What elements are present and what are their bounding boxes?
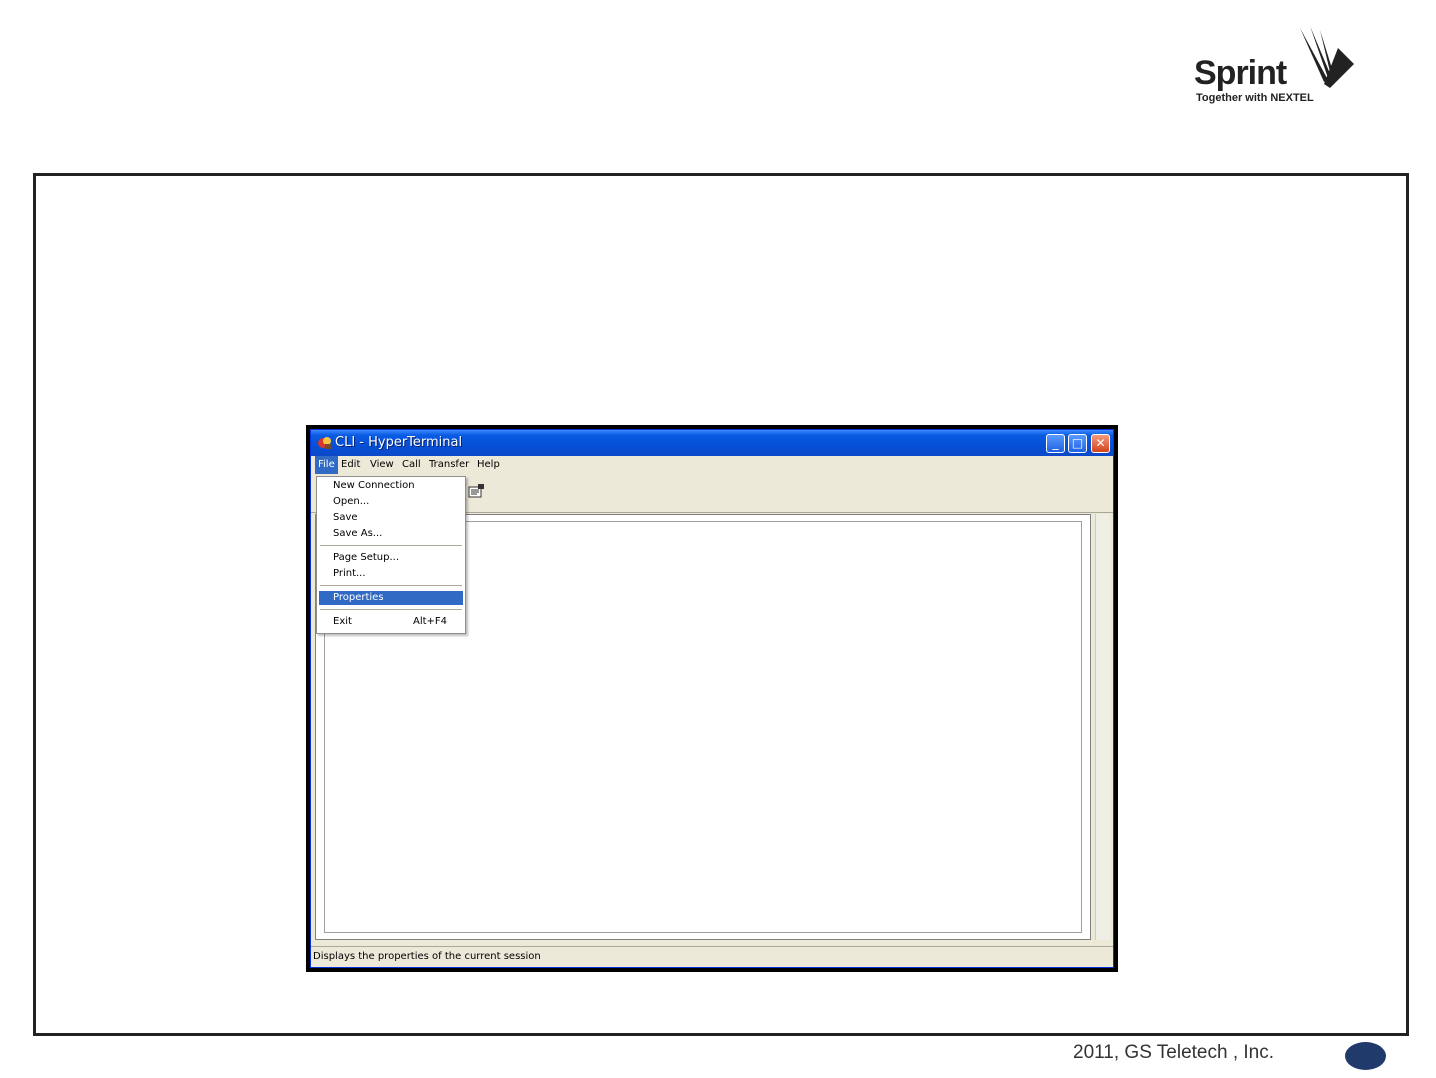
maximize-button[interactable]: □ [1068, 434, 1087, 453]
menu-separator [320, 609, 462, 610]
minimize-icon: _ [1052, 436, 1059, 450]
close-button[interactable]: ✕ [1091, 434, 1110, 453]
menu-call[interactable]: Call [402, 459, 421, 470]
menu-separator [320, 585, 462, 586]
close-icon: ✕ [1095, 436, 1106, 450]
logo-wordmark: Sprint [1194, 54, 1287, 92]
menu-separator [320, 545, 462, 546]
sprint-logo: Sprint Together with NEXTEL [1194, 26, 1364, 108]
logo-tagline: Together with NEXTEL [1196, 92, 1314, 104]
menu-item-save[interactable]: Save [319, 511, 463, 525]
menu-item-print[interactable]: Print... [319, 567, 463, 581]
page-number-badge [1345, 1042, 1386, 1070]
status-text: Displays the properties of the current s… [313, 951, 541, 962]
menu-item-new-connection[interactable]: New Connection [319, 479, 463, 493]
sprint-pin-icon [1300, 26, 1354, 88]
menu-item-open[interactable]: Open... [319, 495, 463, 509]
menu-view[interactable]: View [370, 459, 394, 470]
properties-icon[interactable] [468, 484, 484, 498]
menu-help[interactable]: Help [477, 459, 500, 470]
menu-item-page-setup[interactable]: Page Setup... [319, 551, 463, 565]
title-bar[interactable]: CLI - HyperTerminal _ □ ✕ [311, 430, 1113, 456]
menu-transfer[interactable]: Transfer [429, 459, 469, 470]
minimize-button[interactable]: _ [1046, 434, 1065, 453]
vertical-scrollbar[interactable] [1095, 514, 1110, 940]
menu-file[interactable]: File [315, 456, 338, 474]
status-bar: Displays the properties of the current s… [311, 946, 1113, 967]
exit-shortcut: Alt+F4 [413, 616, 448, 627]
menu-edit[interactable]: Edit [341, 459, 360, 470]
menu-item-properties[interactable]: Properties [319, 591, 463, 605]
window-title: CLI - HyperTerminal [335, 435, 463, 450]
menu-item-save-as[interactable]: Save As... [319, 527, 463, 541]
footer-copyright: 2011, GS Teletech , Inc. [1073, 1042, 1275, 1063]
file-menu-dropdown: New Connection Open... Save Save As... P… [316, 476, 466, 634]
menu-item-exit[interactable]: Exit Alt+F4 [319, 615, 463, 629]
hyperterminal-icon [318, 437, 331, 449]
maximize-icon: □ [1071, 436, 1084, 450]
menu-bar: File Edit View Call Transfer Help [311, 456, 1113, 474]
